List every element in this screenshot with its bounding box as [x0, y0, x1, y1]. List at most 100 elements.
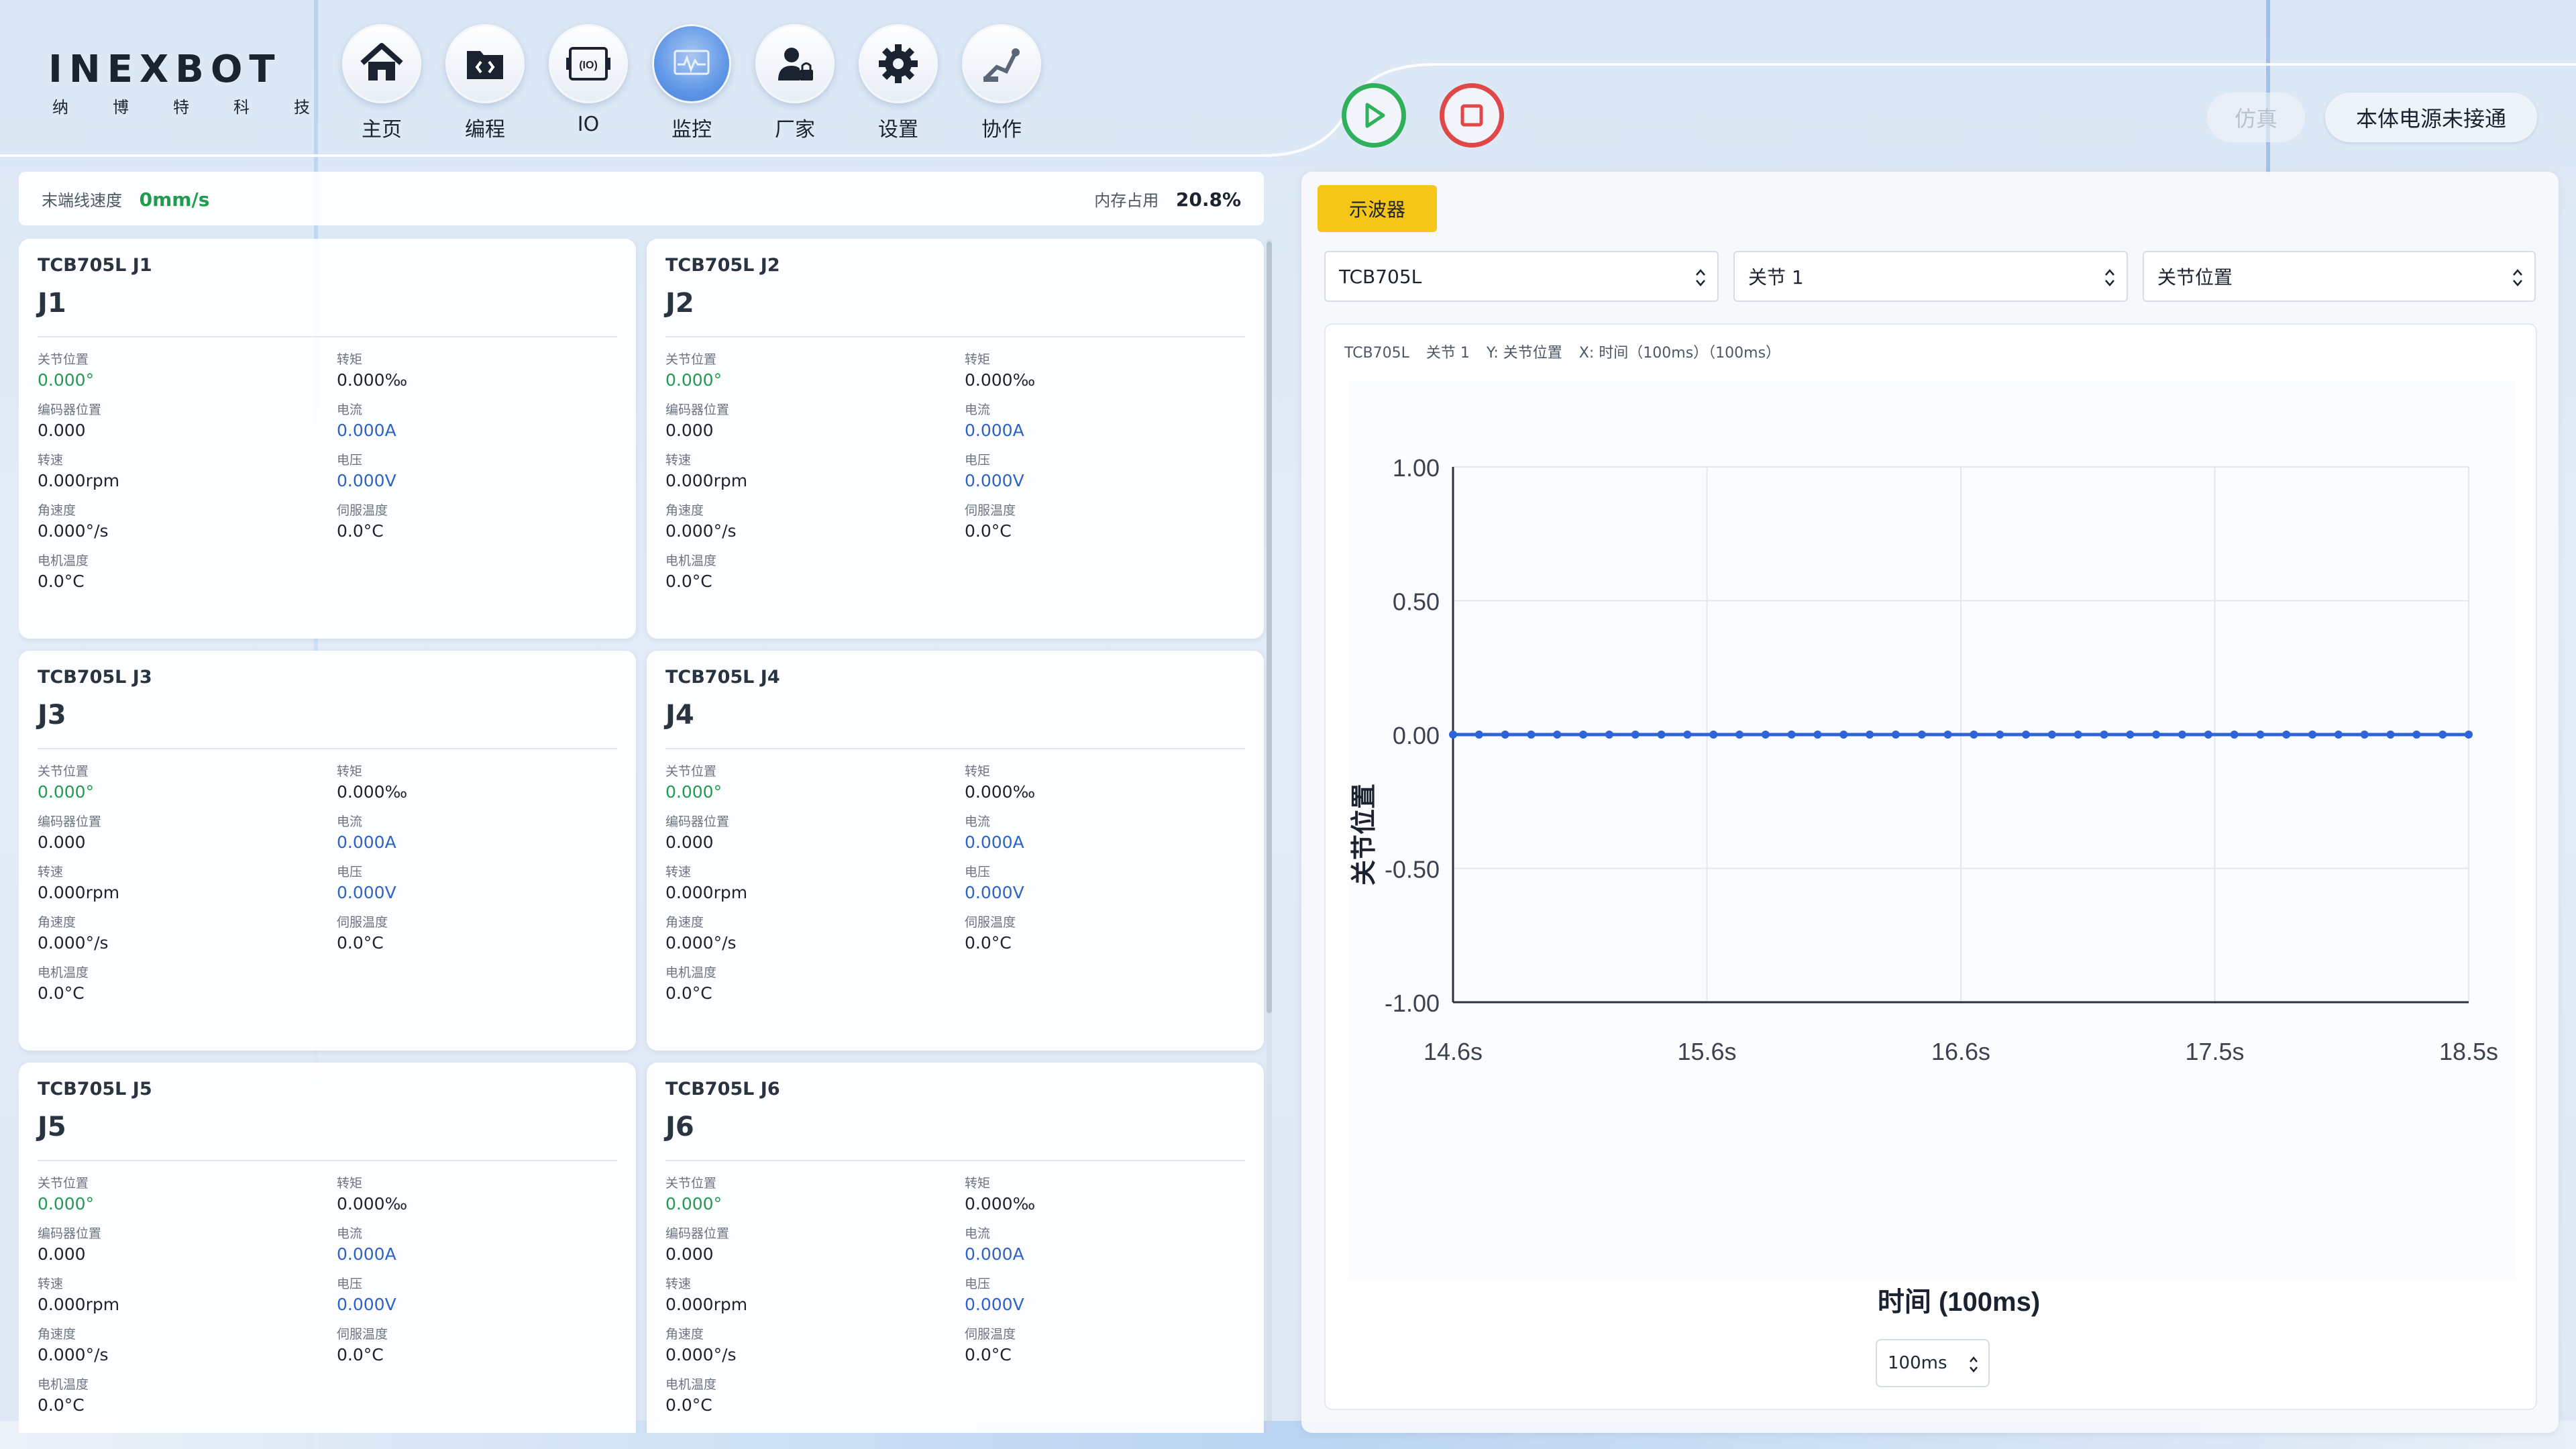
- y-tick-label: -0.50: [1385, 856, 1440, 883]
- y-tick-label: -1.00: [1385, 989, 1440, 1017]
- nav-label: 设置: [878, 118, 918, 142]
- data-point: [2230, 731, 2239, 739]
- monitor-icon: [674, 50, 710, 75]
- motor-temp-value: 0.0°C: [665, 1395, 712, 1415]
- data-point: [1761, 731, 1770, 739]
- x-axis-label: 时间 (100ms): [1878, 1287, 2040, 1317]
- data-point: [1813, 731, 1822, 739]
- data-point: [2074, 731, 2082, 739]
- torque-value: 0.000‰: [337, 370, 408, 390]
- data-point: [1970, 731, 1978, 739]
- nav-label: 编程: [465, 118, 505, 142]
- encoder-position-label: 编码器位置: [38, 814, 102, 829]
- angular-velocity-value: 0.000°/s: [38, 933, 109, 953]
- oscilloscope-tab[interactable]: 示波器: [1318, 185, 1437, 232]
- joint-position-label: 关节位置: [665, 352, 717, 367]
- servo-temp-value: 0.0°C: [965, 1345, 1012, 1364]
- joint-position-value: 0.000°: [665, 1194, 722, 1214]
- data-point: [1605, 731, 1613, 739]
- stats-bar: 末端线速度 0mm/s 内存占用 20.8%: [19, 172, 1264, 225]
- nav-home[interactable]: 主页: [342, 24, 421, 142]
- rpm-value: 0.000rpm: [665, 471, 748, 490]
- play-button[interactable]: [1342, 83, 1406, 148]
- nav-io[interactable]: (IO) IO: [549, 24, 628, 142]
- data-point: [1449, 731, 1457, 739]
- data-point: [2412, 731, 2421, 739]
- data-point: [1631, 731, 1640, 739]
- simulation-button[interactable]: 仿真: [2207, 93, 2305, 142]
- interval-select[interactable]: 100ms: [1876, 1339, 1990, 1387]
- nav-collaboration[interactable]: 协作: [962, 24, 1041, 142]
- y-tick-label: 1.00: [1393, 454, 1440, 482]
- servo-temp-label: 伺服温度: [965, 503, 1016, 518]
- joint-position-label: 关节位置: [38, 764, 89, 779]
- servo-temp-label: 伺服温度: [337, 915, 388, 930]
- joint-title: J4: [665, 700, 694, 731]
- angular-velocity-value: 0.000°/s: [665, 1345, 737, 1364]
- encoder-position-label: 编码器位置: [665, 814, 730, 829]
- motor-temp-value: 0.0°C: [38, 1395, 85, 1415]
- torque-value: 0.000‰: [965, 370, 1036, 390]
- encoder-position-value: 0.000: [38, 833, 86, 852]
- plot-background: [1348, 381, 2516, 1280]
- encoder-position-label: 编码器位置: [38, 402, 102, 417]
- nav-manufacturer[interactable]: 厂家: [755, 24, 835, 142]
- voltage-label: 电压: [337, 1277, 363, 1291]
- rpm-value: 0.000rpm: [38, 1295, 120, 1314]
- servo-temp-value: 0.0°C: [337, 933, 384, 953]
- nav-programming[interactable]: 编程: [445, 24, 525, 142]
- rpm-value: 0.000rpm: [665, 883, 748, 902]
- current-value: 0.000A: [337, 421, 396, 440]
- encoder-position-value: 0.000: [665, 833, 714, 852]
- rpm-label: 转速: [665, 865, 692, 879]
- voltage-label: 电压: [965, 865, 991, 879]
- angular-velocity-label: 角速度: [665, 503, 704, 518]
- data-point: [1657, 731, 1666, 739]
- end-speed-stat: 末端线速度 0mm/s: [42, 187, 209, 211]
- chart-container: TCB705L 关节 1 Y: 关节位置 X: 时间（100ms）（100ms）…: [1324, 323, 2537, 1410]
- data-point: [1891, 731, 1900, 739]
- nav-settings[interactable]: 设置: [859, 24, 938, 142]
- voltage-value: 0.000V: [965, 1295, 1024, 1314]
- play-icon: [1365, 103, 1385, 128]
- servo-temp-label: 伺服温度: [337, 1327, 388, 1342]
- y-axis-label: 关节位置: [1350, 784, 1379, 885]
- rpm-label: 转速: [38, 453, 64, 468]
- brand-char: 特: [173, 98, 189, 117]
- joint-card-grid[interactable]: TCB705L J1 J1 关节位置 0.000° 转矩 0.000‰ 编码器位置 0…: [19, 239, 1267, 1433]
- voltage-value: 0.000V: [965, 883, 1024, 902]
- angular-velocity-label: 角速度: [38, 915, 76, 930]
- stop-button[interactable]: [1440, 83, 1504, 148]
- data-point: [2386, 731, 2395, 739]
- svg-text:(IO): (IO): [579, 60, 598, 71]
- joint-select[interactable]: 关节 1: [1733, 251, 2128, 302]
- angular-velocity-label: 角速度: [665, 1327, 704, 1342]
- power-status-button[interactable]: 本体电源未接通: [2325, 93, 2537, 142]
- joint-card: TCB705L J6 J6 关节位置 0.000° 转矩 0.000‰ 编码器位置 0…: [647, 1063, 1264, 1433]
- current-value: 0.000A: [337, 1244, 396, 1264]
- divider: [38, 336, 617, 337]
- robot-select[interactable]: TCB705L: [1324, 251, 1719, 302]
- current-label: 电流: [965, 814, 991, 829]
- joint-position-value: 0.000°: [38, 370, 95, 390]
- data-point: [1501, 731, 1509, 739]
- motor-temp-label: 电机温度: [38, 965, 89, 980]
- scrollbar-thumb[interactable]: [1267, 241, 1272, 1013]
- current-value: 0.000A: [965, 421, 1024, 440]
- nav-monitor[interactable]: 监控: [652, 24, 731, 142]
- nav-label: 主页: [362, 118, 402, 142]
- joint-position-value: 0.000°: [38, 1194, 95, 1214]
- current-value: 0.000A: [337, 833, 396, 852]
- joint-title: J5: [38, 1112, 66, 1142]
- servo-temp-label: 伺服温度: [965, 915, 1016, 930]
- metric-select[interactable]: 关节位置: [2143, 251, 2536, 302]
- memory-label: 内存占用: [1094, 191, 1159, 210]
- angular-velocity-value: 0.000°/s: [665, 521, 737, 541]
- torque-label: 转矩: [965, 764, 991, 779]
- rpm-label: 转速: [665, 1277, 692, 1291]
- metric-select-value: 关节位置: [2157, 266, 2233, 288]
- joint-card: TCB705L J4 J4 关节位置 0.000° 转矩 0.000‰ 编码器位置 0…: [647, 651, 1264, 1051]
- angular-velocity-label: 角速度: [38, 503, 76, 518]
- data-point: [2465, 731, 2473, 739]
- voltage-value: 0.000V: [337, 471, 396, 490]
